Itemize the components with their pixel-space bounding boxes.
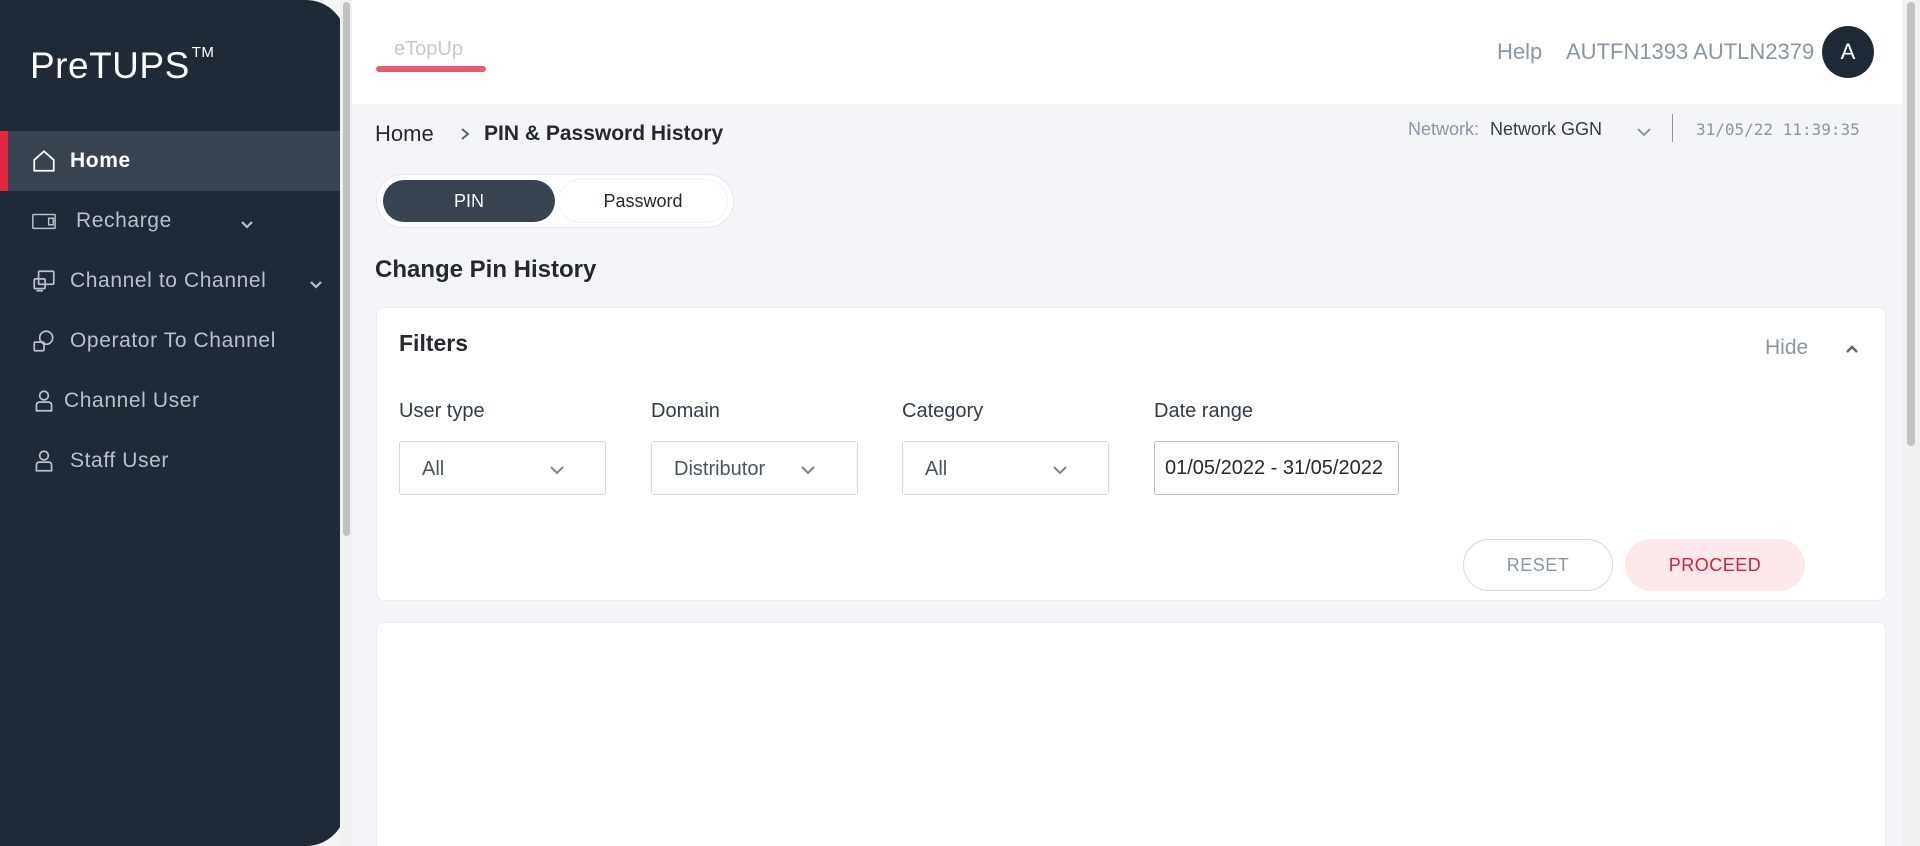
top-header: eTopUp Help AUTFN1393 AUTLN2379 A [352,0,1902,104]
app-logo[interactable]: PreTUPS TM [30,44,214,87]
avatar[interactable]: A [1822,26,1874,78]
date-range-input[interactable] [1155,442,1398,494]
proceed-button[interactable]: PROCEED [1625,539,1805,591]
chevron-down-icon[interactable] [309,274,323,289]
network-label: Network: [1408,119,1480,139]
hide-filters-button[interactable]: Hide [1765,336,1808,360]
category-label: Category [902,400,984,422]
date-range-label: Date range [1154,400,1253,422]
tab-etopup[interactable]: eTopUp [394,38,463,61]
domain-value: Distributor [674,458,766,480]
sidebar-item-label: Channel to Channel [70,269,267,292]
pin-password-toggle: PIN Password [376,174,734,228]
chevron-down-icon [1052,462,1068,478]
sidebar-item-channel-user[interactable]: Channel User [0,371,346,431]
divider [1672,114,1673,142]
chevron-down-icon [549,462,565,478]
results-panel [376,622,1886,846]
scrollbar-thumb[interactable] [343,2,350,536]
breadcrumb-current: PIN & Password History [484,122,724,145]
domain-label: Domain [651,400,720,422]
category-value: All [925,458,948,480]
sidebar-item-operator-to-channel[interactable]: Operator To Channel [0,311,346,371]
toggle-password[interactable]: Password [559,180,727,222]
sidebar-item-home[interactable]: Home [0,131,346,191]
chevron-down-icon [800,462,816,478]
date-range-field [1154,441,1399,495]
sidebar-item-label: Channel User [64,389,200,412]
filters-card: Filters Hide User type All Domain Distri… [376,307,1886,601]
user-name[interactable]: AUTFN1393 AUTLN2379 [1566,39,1814,65]
breadcrumb-home[interactable]: Home [375,121,434,147]
active-tab-underline [376,66,486,72]
sidebar-nav: Home Recharge Channel to Channel Operato… [0,131,346,491]
user-type-label: User type [399,400,485,422]
sidebar: PreTUPS TM Home Recharge Channel to Chann… [0,0,346,846]
sidebar-item-staff-user[interactable]: Staff User [0,431,346,491]
chevron-down-icon[interactable] [1636,124,1652,140]
channel-transfer-icon [30,267,58,295]
chevron-down-icon[interactable] [240,214,254,229]
sidebar-item-label: Recharge [76,209,172,232]
network-select[interactable]: Network GGN [1490,119,1602,140]
reset-button[interactable]: RESET [1463,539,1613,591]
user-type-select[interactable]: All [399,441,606,495]
filters-title: Filters [399,330,469,356]
home-icon [30,147,58,175]
datetime: 31/05/22 11:39:35 [1696,120,1860,139]
sidebar-item-label: Staff User [70,449,169,472]
chevron-up-icon[interactable] [1844,341,1860,357]
chevron-right-icon [458,127,472,141]
page-scrollbar[interactable] [1902,0,1920,846]
toggle-pin[interactable]: PIN [383,180,555,222]
sidebar-item-recharge[interactable]: Recharge [0,191,346,251]
sidebar-item-channel-to-channel[interactable]: Channel to Channel [0,251,346,311]
recharge-icon [30,207,58,235]
operator-icon [30,327,58,355]
domain-select[interactable]: Distributor [651,441,858,495]
sidebar-item-label: Operator To Channel [70,329,276,352]
sidebar-scrollbar[interactable] [340,0,352,846]
user-type-value: All [422,458,445,480]
scrollbar-thumb[interactable] [1907,2,1915,446]
user-icon [30,447,58,475]
sidebar-item-label: Home [70,149,131,172]
user-icon [30,387,58,415]
category-select[interactable]: All [902,441,1109,495]
page-title: Change Pin History [375,256,597,283]
help-link[interactable]: Help [1497,39,1542,65]
